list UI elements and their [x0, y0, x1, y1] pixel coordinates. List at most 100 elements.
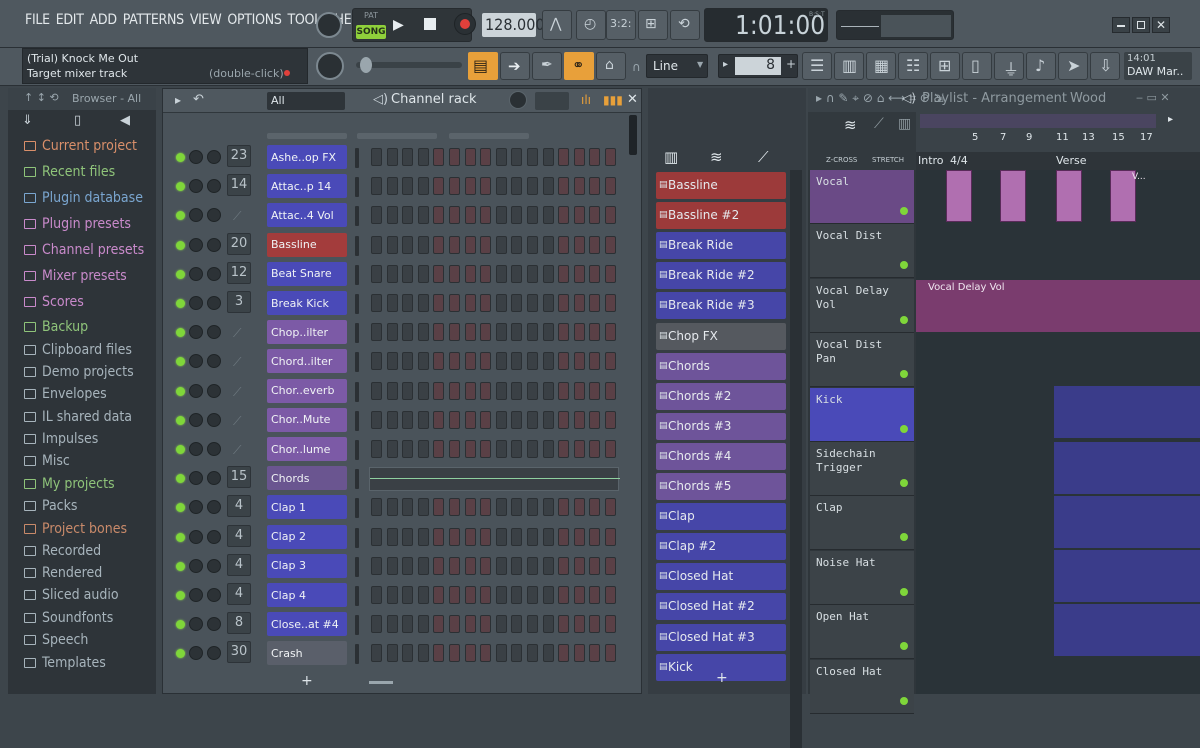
channel-select-bar[interactable] [355, 644, 359, 665]
step-button[interactable] [386, 323, 398, 342]
step-button[interactable] [511, 148, 523, 166]
step-button[interactable] [605, 264, 616, 283]
step-button[interactable] [417, 148, 429, 166]
pattern-item[interactable]: ▤ Break Ride #2 [656, 262, 786, 290]
stop-button[interactable] [424, 18, 436, 30]
step-button[interactable] [511, 586, 523, 604]
step-button[interactable] [589, 644, 601, 663]
metronome-button[interactable]: ⋀ [542, 10, 572, 40]
step-button[interactable] [542, 148, 554, 166]
time-display[interactable]: 1:01:00 B:S:T [704, 8, 828, 42]
step-button[interactable] [558, 527, 570, 546]
step-button[interactable] [573, 615, 585, 634]
channel-volume-knob[interactable] [189, 179, 203, 194]
channel-pan-knob[interactable] [207, 354, 221, 369]
playlist-track-header[interactable]: Noise Hat [810, 550, 914, 605]
chevron-right-icon[interactable]: ▸ [175, 93, 181, 107]
pattern-item[interactable]: ▤ Chords #3 [656, 412, 786, 440]
step-button[interactable] [480, 235, 492, 254]
step-button[interactable] [573, 206, 585, 225]
step-button[interactable] [402, 498, 414, 517]
channel-pan-knob[interactable] [207, 383, 221, 398]
step-button[interactable] [433, 615, 445, 634]
timeline-ruler[interactable]: ▸ 5 7 9 11 13 15 17 Intro 4/4 Verse [916, 112, 1200, 170]
step-button[interactable] [542, 586, 554, 604]
step-button[interactable] [449, 615, 460, 634]
channel-select-bar[interactable] [355, 410, 359, 431]
step-button[interactable] [417, 352, 429, 371]
menu-options[interactable]: OPTIONS [224, 12, 284, 38]
step-button[interactable] [449, 235, 460, 254]
pattern-scrollbar[interactable] [790, 170, 802, 748]
channel-button[interactable]: Clap 3 [267, 553, 347, 578]
channel-select-bar[interactable] [355, 352, 359, 373]
channel-volume-knob[interactable] [189, 296, 203, 310]
track-enable-led[interactable] [900, 696, 908, 705]
step-button[interactable] [402, 440, 414, 458]
typing-keyboard-button[interactable]: ▤ [468, 52, 498, 80]
step-button[interactable] [417, 440, 429, 458]
channel-button[interactable]: Chor..everb [267, 378, 347, 403]
step-button[interactable] [605, 527, 616, 546]
step-button[interactable] [402, 556, 414, 575]
step-button[interactable] [464, 206, 476, 225]
arrow-down-icon[interactable]: ⇓ [22, 113, 33, 128]
maximize-button[interactable] [1132, 17, 1150, 33]
channel-mute-led[interactable] [176, 357, 185, 367]
minimize-button[interactable] [1112, 17, 1130, 33]
step-button[interactable] [371, 381, 382, 400]
step-button[interactable] [573, 177, 585, 196]
channel-select-bar[interactable] [355, 323, 359, 344]
step-button[interactable] [589, 410, 601, 429]
step-button[interactable] [433, 352, 445, 371]
step-button[interactable] [433, 235, 445, 254]
menu-edit[interactable]: EDIT [53, 12, 87, 38]
step-button[interactable] [480, 381, 492, 400]
channel-pan-knob[interactable] [207, 617, 221, 632]
channel-button[interactable]: Attac..p 14 [267, 174, 347, 199]
step-button[interactable] [433, 323, 445, 342]
step-button[interactable] [371, 206, 382, 225]
channel-button[interactable]: Clap 2 [267, 524, 347, 549]
recording-filter-button[interactable]: ⌂ [596, 52, 626, 80]
step-button[interactable] [464, 235, 476, 254]
play-button[interactable]: ▶ [393, 17, 404, 33]
channel-pan-knob[interactable] [207, 150, 221, 164]
step-button[interactable] [605, 440, 616, 458]
step-button[interactable] [464, 644, 476, 663]
step-button[interactable] [433, 381, 445, 400]
step-button[interactable] [449, 527, 460, 546]
step-button[interactable] [589, 206, 601, 225]
mixer-track-number[interactable]: 15 [227, 466, 251, 489]
step-button[interactable] [527, 644, 538, 663]
step-button[interactable] [402, 352, 414, 371]
step-button[interactable] [386, 235, 398, 254]
window-controls-icon[interactable]: ‒ ▭ ✕ [1136, 91, 1170, 104]
step-button[interactable] [558, 264, 570, 283]
browser-item[interactable]: Current project [24, 136, 137, 156]
track-enable-led[interactable] [900, 207, 908, 215]
close-icon[interactable]: ✕ [1152, 17, 1170, 33]
audio-clip[interactable] [946, 170, 972, 222]
step-button[interactable] [371, 352, 382, 371]
browser-item[interactable]: Recent files [24, 162, 115, 182]
step-button[interactable] [589, 586, 601, 604]
channel-rack-scrollbar[interactable] [629, 115, 637, 155]
step-button[interactable] [495, 148, 507, 166]
browser-item[interactable]: Envelopes [24, 384, 107, 404]
step-button[interactable] [589, 177, 601, 196]
piano-roll-button[interactable]: ▥ [834, 52, 864, 80]
step-button[interactable] [495, 644, 507, 663]
step-button[interactable] [511, 177, 523, 196]
channel-button[interactable]: Clap 4 [267, 583, 347, 607]
step-button[interactable] [605, 381, 616, 400]
step-button[interactable] [371, 264, 382, 283]
channel-volume-knob[interactable] [189, 442, 203, 456]
step-button[interactable] [558, 177, 570, 196]
step-button[interactable] [417, 294, 429, 312]
step-button[interactable] [417, 556, 429, 575]
step-button[interactable] [589, 352, 601, 371]
channel-mute-led[interactable] [176, 503, 185, 513]
step-button[interactable] [573, 264, 585, 283]
audio-clip[interactable] [1056, 170, 1082, 222]
